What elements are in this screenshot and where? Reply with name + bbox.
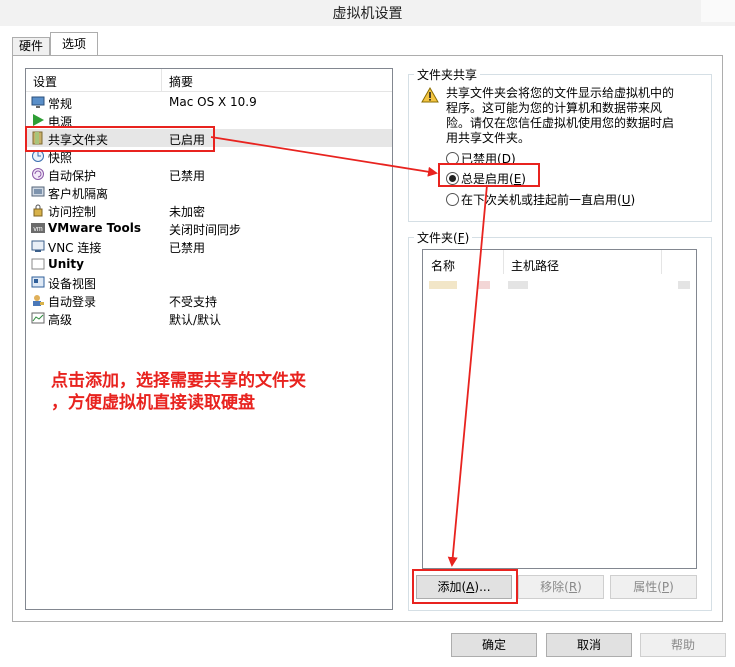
settings-row-vnc[interactable]: VNC 连接 已禁用	[26, 237, 392, 255]
annotation-line-1: 点击添加，选择需要共享的文件夹	[51, 371, 306, 391]
shared-folders-list[interactable]: 名称 主机路径	[422, 249, 697, 569]
settings-row-name: 自动保护	[48, 169, 97, 183]
isolation-icon	[31, 185, 45, 199]
settings-list-header: 设置 摘要	[26, 69, 392, 92]
settings-row-name: VNC 连接	[48, 241, 102, 255]
settings-row-general[interactable]: 常规 Mac OS X 10.9	[26, 93, 392, 111]
window-title: 虚拟机设置	[332, 6, 403, 22]
folder-properties-button[interactable]: 属性(P)	[610, 575, 697, 599]
annotation-line-2: ，方便虚拟机直接读取硬盘	[51, 393, 255, 413]
annotation-text: 点击添加，选择需要共享的文件夹 ，方便虚拟机直接读取硬盘	[51, 370, 306, 414]
tab-options[interactable]: 选项	[50, 32, 98, 56]
close-button[interactable]	[701, 0, 735, 22]
play-icon	[31, 113, 45, 127]
folder-sharing-warning: 共享文件夹会将您的文件显示给虚拟机中的程序。这可能为您的计算机和数据带来风险。请…	[446, 86, 675, 145]
settings-row-unity[interactable]: Unity	[26, 255, 392, 273]
column-divider	[661, 250, 662, 274]
settings-row-name: 高级	[48, 313, 73, 327]
settings-row-summary: 关闭时间同步	[169, 223, 242, 237]
highlight-always-enabled	[438, 163, 540, 187]
radio-until-poweroff[interactable]	[446, 193, 459, 206]
settings-row-summary: Mac OS X 10.9	[169, 95, 257, 109]
radio-until-poweroff-label[interactable]: 在下次关机或挂起前一直启用(U)	[461, 191, 635, 208]
col-host-path-header[interactable]: 主机路径	[511, 257, 559, 274]
device-view-icon	[31, 275, 45, 289]
autologin-icon	[31, 293, 45, 307]
settings-row-access-control[interactable]: 访问控制 未加密	[26, 201, 392, 219]
highlight-add-button	[412, 569, 518, 604]
cancel-button[interactable]: 取消	[546, 633, 632, 657]
redacted-host-path	[508, 281, 528, 289]
col-setting-header[interactable]: 设置	[33, 73, 57, 90]
title-bar: 虚拟机设置	[0, 0, 735, 26]
svg-text:vm: vm	[33, 226, 43, 233]
settings-row-summary: 不受支持	[169, 295, 218, 309]
monitor-icon	[31, 95, 45, 109]
settings-row-name: 常规	[48, 97, 73, 111]
settings-row-name: 客户机隔离	[48, 187, 109, 201]
settings-row-summary: 已禁用	[169, 241, 206, 255]
settings-row-isolation[interactable]: 客户机隔离	[26, 183, 392, 201]
help-button[interactable]: 帮助	[640, 633, 726, 657]
settings-row-summary: 未加密	[169, 205, 206, 219]
warning-icon	[421, 87, 439, 103]
settings-row-name: 设备视图	[48, 277, 97, 291]
redacted-mark	[678, 281, 690, 289]
col-summary-header[interactable]: 摘要	[169, 73, 193, 90]
lock-icon	[31, 203, 45, 217]
autoprotect-icon	[31, 167, 45, 181]
settings-row-summary: 已禁用	[169, 169, 206, 183]
settings-row-name: 自动登录	[48, 295, 97, 309]
ok-button[interactable]: 确定	[451, 633, 537, 657]
settings-row-autoprotect[interactable]: 自动保护 已禁用	[26, 165, 392, 183]
vmware-tools-icon: vm	[31, 221, 45, 235]
column-divider	[161, 69, 162, 91]
vnc-icon	[31, 239, 45, 253]
settings-row-name: Unity	[48, 257, 84, 271]
settings-row-vmware-tools[interactable]: vm VMware Tools 关闭时间同步	[26, 219, 392, 237]
settings-row-name: 访问控制	[48, 205, 97, 219]
tab-hardware[interactable]: 硬件	[12, 37, 50, 55]
redacted-folder-name	[429, 281, 457, 289]
column-divider	[503, 250, 504, 274]
advanced-icon	[31, 311, 45, 325]
settings-row-name: VMware Tools	[48, 221, 141, 235]
redacted-mark	[478, 281, 490, 289]
unity-icon	[31, 257, 45, 271]
remove-folder-button[interactable]: 移除(R)	[518, 575, 604, 599]
col-name-header[interactable]: 名称	[431, 257, 455, 274]
settings-row-summary: 默认/默认	[169, 313, 222, 327]
folders-title: 文件夹(F)	[414, 229, 473, 246]
highlight-shared-folders	[25, 126, 215, 152]
settings-row-autologin[interactable]: 自动登录 不受支持	[26, 291, 392, 309]
folder-sharing-title: 文件夹共享	[414, 66, 481, 83]
settings-row-advanced[interactable]: 高级 默认/默认	[26, 309, 392, 327]
settings-row-device-view[interactable]: 设备视图	[26, 273, 392, 291]
